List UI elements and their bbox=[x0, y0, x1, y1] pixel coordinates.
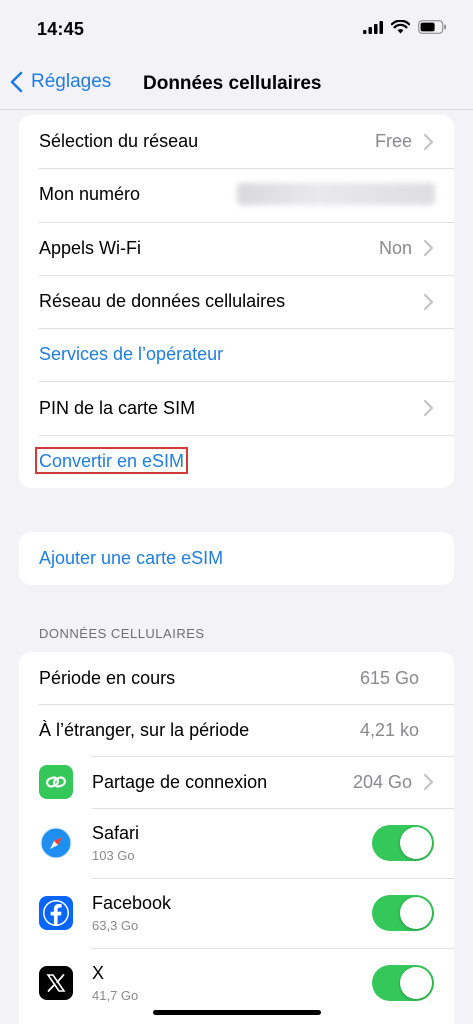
app-name: Facebook bbox=[92, 893, 172, 913]
carrier-services-link[interactable]: Services de l’opérateur bbox=[19, 328, 454, 381]
chevron-right-icon bbox=[423, 773, 434, 791]
app-usage: 63,3 Go bbox=[92, 918, 139, 933]
app-row-facebook: Facebook 63,3 Go bbox=[19, 878, 454, 948]
row-label: Sélection du réseau bbox=[39, 131, 199, 152]
facebook-cellular-toggle[interactable] bbox=[372, 895, 434, 931]
facebook-icon bbox=[39, 896, 73, 930]
roaming-period-row: À l’étranger, sur la période 4,21 ko bbox=[19, 704, 454, 756]
personal-hotspot-row[interactable]: Partage de connexion 204 Go bbox=[19, 756, 454, 808]
status-bar: 14:45 bbox=[0, 0, 473, 60]
link-icon bbox=[39, 765, 73, 799]
app-name: Partage de connexion bbox=[92, 771, 268, 792]
cellular-data-network-row[interactable]: Réseau de données cellulaires bbox=[19, 274, 454, 328]
chevron-right-icon bbox=[423, 293, 434, 310]
app-usage: 103 Go bbox=[92, 848, 135, 863]
x-icon bbox=[39, 966, 73, 1000]
battery-icon bbox=[418, 20, 446, 34]
app-usage: 41,7 Go bbox=[92, 988, 139, 1003]
toggle-knob bbox=[400, 897, 432, 929]
chevron-left-icon bbox=[10, 71, 23, 93]
convert-to-esim-link[interactable]: Convertir en eSIM bbox=[19, 434, 454, 488]
app-name: Safari bbox=[92, 823, 140, 843]
cellular-usage-group: Période en cours 615 Go À l’étranger, su… bbox=[19, 652, 454, 1024]
toggle-knob bbox=[400, 967, 432, 999]
signal-icon bbox=[363, 20, 383, 34]
chevron-right-icon bbox=[423, 240, 434, 257]
convert-to-esim-highlight: Convertir en eSIM bbox=[35, 446, 189, 474]
status-icons bbox=[363, 20, 447, 34]
row-label: À l’étranger, sur la période bbox=[39, 719, 250, 740]
row-value: 4,21 ko bbox=[359, 719, 419, 740]
network-selection-row[interactable]: Sélection du réseau Free bbox=[19, 115, 454, 168]
add-esim-group: Ajouter une carte eSIM bbox=[19, 532, 454, 586]
row-label: Appels Wi-Fi bbox=[39, 237, 142, 258]
row-value: 615 Go bbox=[359, 667, 419, 688]
my-number-row[interactable]: Mon numéro bbox=[19, 168, 454, 221]
row-label: Période en cours bbox=[39, 667, 176, 688]
redacted-phone-number bbox=[237, 183, 435, 206]
chevron-right-icon bbox=[423, 133, 434, 150]
chevron-right-icon bbox=[423, 400, 434, 417]
back-label: Réglages bbox=[31, 71, 112, 92]
row-value: 204 Go bbox=[352, 771, 412, 792]
row-value: Free bbox=[374, 131, 412, 152]
home-indicator[interactable] bbox=[153, 1010, 321, 1015]
add-esim-link[interactable]: Ajouter une carte eSIM bbox=[19, 532, 454, 585]
sim-pin-row[interactable]: PIN de la carte SIM bbox=[19, 381, 454, 434]
safari-cellular-toggle[interactable] bbox=[372, 825, 434, 861]
row-label: Ajouter une carte eSIM bbox=[39, 548, 224, 569]
sim-settings-group: Sélection du réseau Free Mon numéro Appe… bbox=[19, 115, 454, 489]
row-label: PIN de la carte SIM bbox=[39, 397, 196, 418]
app-row-safari: Safari 103 Go bbox=[19, 808, 454, 878]
x-cellular-toggle[interactable] bbox=[372, 965, 434, 1001]
row-label: Services de l’opérateur bbox=[39, 344, 224, 365]
cellular-data-section-header: DONNÉES CELLULAIRES bbox=[39, 626, 205, 641]
row-label: Réseau de données cellulaires bbox=[39, 291, 286, 312]
back-button[interactable]: Réglages bbox=[10, 71, 111, 93]
app-row-x: X 41,7 Go bbox=[19, 948, 454, 1018]
row-value: Non bbox=[378, 237, 412, 258]
page-title: Données cellulaires bbox=[143, 73, 322, 94]
safari-icon bbox=[39, 826, 73, 860]
toggle-knob bbox=[400, 827, 432, 859]
navigation-bar: Réglages Données cellulaires bbox=[0, 60, 473, 110]
wifi-calling-row[interactable]: Appels Wi-Fi Non bbox=[19, 221, 454, 275]
wifi-icon bbox=[391, 20, 410, 34]
app-name: X bbox=[92, 963, 105, 983]
status-time: 14:45 bbox=[37, 19, 85, 39]
current-period-row: Période en cours 615 Go bbox=[19, 652, 454, 704]
